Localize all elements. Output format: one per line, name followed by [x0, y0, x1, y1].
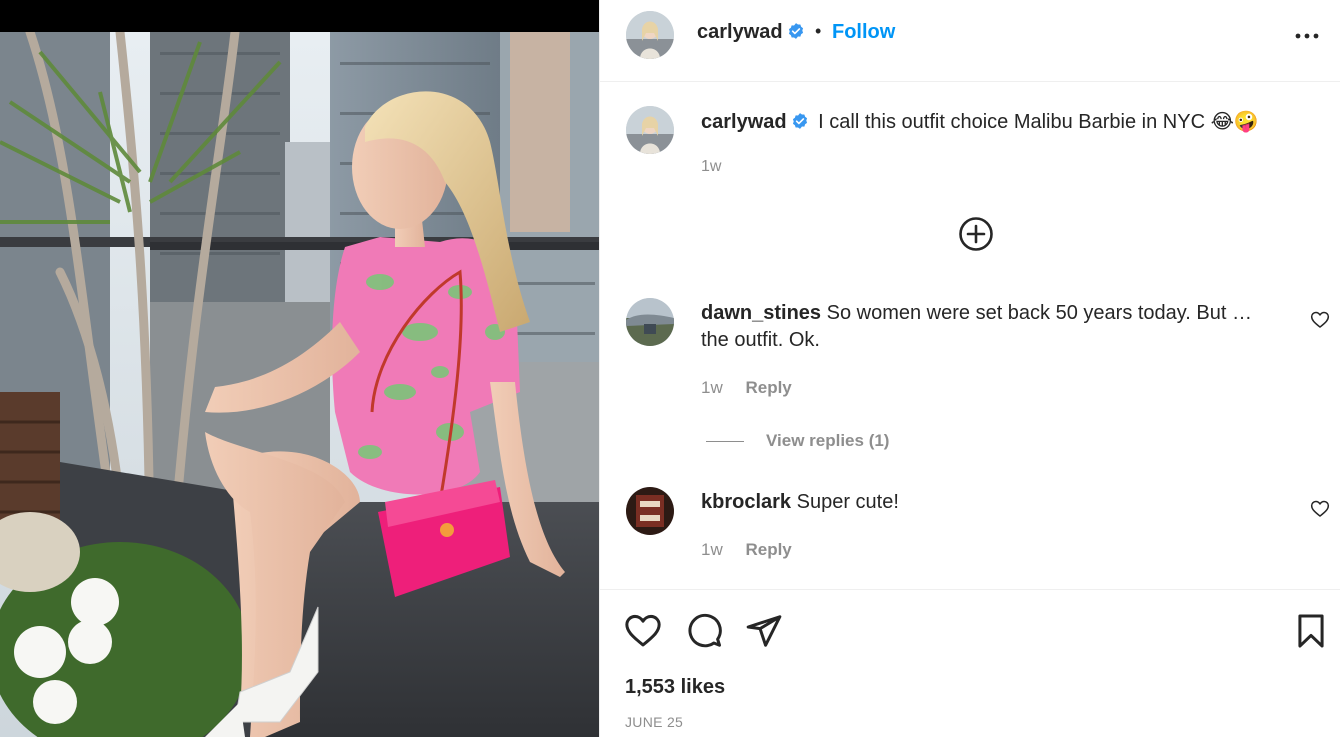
verified-badge-icon [792, 113, 807, 129]
view-replies-label[interactable]: View replies (1) [766, 431, 889, 450]
post-photo[interactable] [0, 32, 599, 737]
post-date[interactable]: JUNE 25 [625, 714, 683, 730]
comment-timestamp[interactable]: 1w [701, 540, 723, 559]
reply-button[interactable]: Reply [745, 540, 791, 559]
comment-timestamp[interactable]: 1w [701, 378, 723, 397]
heart-icon[interactable] [624, 612, 662, 650]
caption-avatar-image [626, 106, 674, 154]
follow-button[interactable]: Follow [832, 21, 895, 44]
media-top-bar [0, 0, 599, 32]
comment-bubble-icon[interactable] [685, 612, 723, 650]
heart-icon[interactable] [1310, 499, 1330, 519]
verified-badge-icon [788, 23, 803, 39]
post-photo-illustration [0, 32, 599, 737]
view-replies-button[interactable]: View replies (1) [706, 431, 889, 451]
comment-meta: 1w Reply [701, 378, 792, 398]
paper-plane-icon[interactable] [745, 612, 783, 650]
likes-count[interactable]: 1,553 likes [625, 676, 725, 699]
more-options-icon[interactable] [1293, 24, 1321, 48]
author-avatar-image [626, 11, 674, 59]
commenter-avatar-image [626, 298, 674, 346]
caption-timestamp[interactable]: 1w [701, 158, 721, 176]
commenter-avatar[interactable] [626, 487, 674, 535]
author-username-text[interactable]: carlywad [697, 21, 783, 43]
comment-text: kbroclark Super cute! [701, 489, 1261, 516]
commenter-avatar[interactable] [626, 298, 674, 346]
caption-body: I call this outfit choice Malibu Barbie … [818, 111, 1259, 133]
reply-button[interactable]: Reply [745, 378, 791, 397]
comment-body: Super cute! [796, 491, 899, 513]
heart-icon[interactable] [1310, 310, 1330, 330]
view-replies-line [706, 441, 744, 443]
post-media[interactable] [0, 0, 599, 737]
post-actions: 1,553 likes JUNE 25 [600, 589, 1340, 737]
caption-text: carlywad I call this outfit choice Malib… [701, 109, 1259, 134]
plus-circle-icon[interactable] [958, 216, 994, 252]
post-header: carlywad • Follow [600, 0, 1340, 82]
comment-username[interactable]: dawn_stines [701, 302, 821, 324]
caption-username[interactable]: carlywad [701, 111, 787, 133]
bookmark-icon[interactable] [1292, 612, 1330, 650]
commenter-avatar-image [626, 487, 674, 535]
comment-text: dawn_stines So women were set back 50 ye… [701, 300, 1261, 354]
caption-avatar[interactable] [626, 106, 674, 154]
author-avatar[interactable] [626, 11, 674, 59]
comment-meta: 1w Reply [701, 540, 792, 560]
post-panel: carlywad • Follow carlywad I call this o… [599, 0, 1340, 737]
comment-username[interactable]: kbroclark [701, 491, 791, 513]
header-separator-dot: • [815, 21, 822, 41]
author-username[interactable]: carlywad [697, 21, 805, 44]
